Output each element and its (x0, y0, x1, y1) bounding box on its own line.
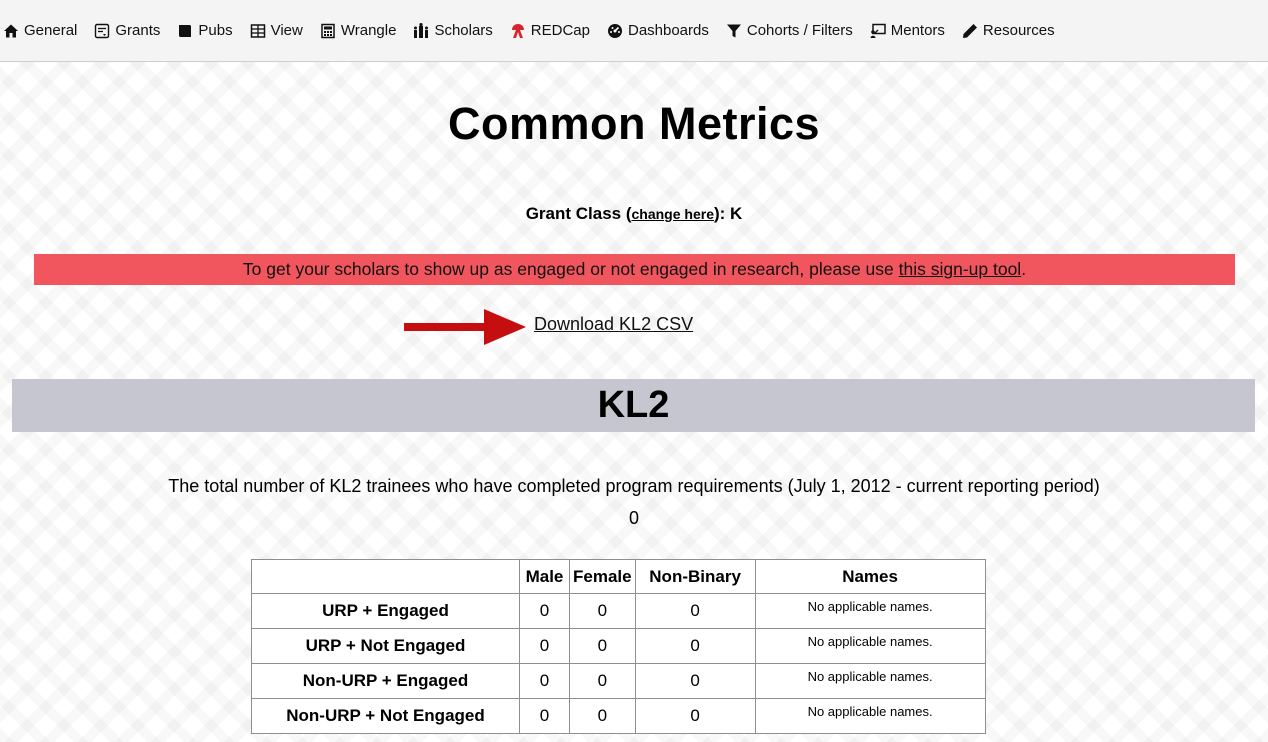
pencil-icon (961, 22, 979, 40)
nav-item-label: Resources (982, 22, 1055, 39)
row-label: URP + Not Engaged (251, 628, 520, 664)
table-row: Non-URP + Engaged 0 0 0 No applicable na… (251, 663, 986, 699)
female-count: 0 (569, 628, 636, 664)
alert-end: . (1021, 259, 1027, 279)
names-cell: No applicable names. (754, 593, 986, 629)
nav-item-label: Wrangle (340, 22, 397, 39)
male-count: 0 (519, 593, 570, 629)
nav-item-cohorts-filters[interactable]: Cohorts / Filters (725, 22, 853, 40)
scholars-icon (412, 22, 430, 40)
header-female: Female (569, 559, 636, 594)
row-label: URP + Engaged (251, 593, 520, 629)
male-count: 0 (519, 698, 570, 734)
non-binary-count: 0 (634, 663, 756, 699)
top-navigation: General Grants Pubs View Wrangle Scholar… (0, 0, 1268, 62)
total-trainees-description: The total number of KL2 trainees who hav… (168, 476, 1100, 496)
nav-item-redcap[interactable]: REDCap (509, 22, 590, 40)
home-icon (2, 22, 20, 40)
alert-text: To get your scholars to show up as engag… (242, 259, 899, 279)
nav-item-label: REDCap (530, 22, 590, 39)
grant-class-line: Grant Class (change here): K (0, 204, 1268, 224)
header-empty (251, 559, 520, 594)
nav-item-label: View (270, 22, 303, 39)
names-cell: No applicable names. (754, 628, 986, 664)
row-label: Non-URP + Not Engaged (251, 698, 520, 734)
section-header: KL2 (12, 379, 1255, 432)
mentors-icon (869, 22, 887, 40)
nav-item-mentors[interactable]: Mentors (869, 22, 945, 40)
nav-item-dashboards[interactable]: Dashboards (606, 22, 709, 40)
download-kl2-csv-link[interactable]: Download KL2 CSV (534, 314, 693, 335)
metrics-table: Male Female Non-Binary Names URP + Engag… (251, 559, 986, 734)
male-count: 0 (519, 628, 570, 664)
calculator-icon (319, 22, 337, 40)
table-row: URP + Not Engaged 0 0 0 No applicable na… (251, 628, 986, 664)
non-binary-count: 0 (634, 593, 756, 629)
grant-class-suffix: ): K (713, 204, 743, 223)
grants-icon (93, 22, 111, 40)
nav-item-general[interactable]: General (2, 22, 77, 40)
names-cell: No applicable names. (754, 698, 986, 734)
male-count: 0 (519, 663, 570, 699)
arrow-icon (404, 309, 526, 345)
nav-item-label: Scholars (434, 22, 493, 39)
redcap-icon (509, 22, 527, 40)
nav-item-label: Pubs (198, 22, 233, 39)
header-male: Male (519, 559, 570, 594)
dashboard-icon (606, 22, 624, 40)
names-cell: No applicable names. (754, 663, 986, 699)
nav-item-resources[interactable]: Resources (961, 22, 1055, 40)
header-names: Names (754, 559, 986, 594)
nav-item-wrangle[interactable]: Wrangle (319, 22, 397, 40)
nav-item-scholars[interactable]: Scholars (412, 22, 493, 40)
header-non-binary: Non-Binary (634, 559, 756, 594)
book-icon (176, 22, 194, 40)
total-trainees-value: 0 (628, 508, 639, 528)
filter-icon (725, 22, 743, 40)
non-binary-count: 0 (634, 698, 756, 734)
table-row: Non-URP + Not Engaged 0 0 0 No applicabl… (251, 698, 986, 734)
sign-up-tool-link[interactable]: this sign-up tool (899, 259, 1022, 279)
nav-item-label: Grants (115, 22, 161, 39)
table-icon (249, 22, 267, 40)
female-count: 0 (569, 593, 636, 629)
table-header-row: Male Female Non-Binary Names (251, 559, 986, 594)
female-count: 0 (569, 698, 636, 734)
nav-item-label: Mentors (890, 22, 945, 39)
female-count: 0 (569, 663, 636, 699)
nav-item-label: General (24, 22, 78, 39)
non-binary-count: 0 (634, 628, 756, 664)
page-title: Common Metrics (447, 98, 821, 149)
nav-item-view[interactable]: View (249, 22, 303, 40)
nav-item-label: Dashboards (627, 22, 709, 39)
grant-class-prefix: Grant Class ( (525, 204, 632, 223)
nav-item-pubs[interactable]: Pubs (176, 22, 233, 40)
nav-item-grants[interactable]: Grants (93, 22, 160, 40)
table-row: URP + Engaged 0 0 0 No applicable names. (251, 593, 986, 629)
nav-item-label: Cohorts / Filters (746, 22, 853, 39)
alert-banner: To get your scholars to show up as engag… (34, 254, 1235, 285)
row-label: Non-URP + Engaged (251, 663, 520, 699)
change-grant-class-link[interactable]: change here (632, 206, 714, 222)
